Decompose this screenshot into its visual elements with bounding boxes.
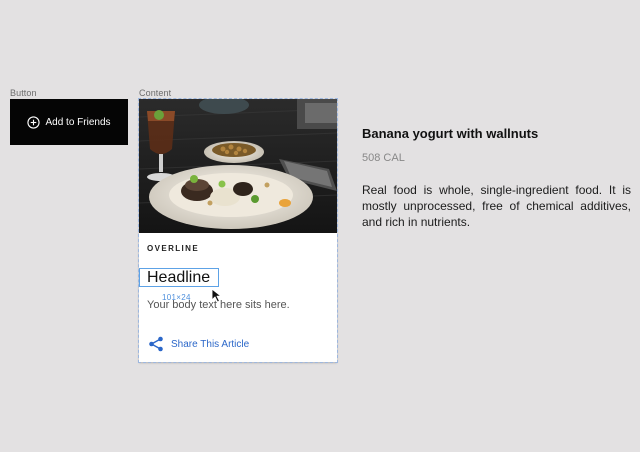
article-description: Real food is whole, single-ingredient fo… [362,183,631,229]
article-title: Banana yogurt with wallnuts [362,126,539,141]
calorie-count: 508 CAL [362,152,405,164]
card-overline: OVERLINE [147,244,200,253]
card-headline[interactable]: Headline [147,268,210,287]
content-frame-label: Content [139,88,172,98]
card-body-text: Your body text here sits here. [147,299,290,311]
add-to-friends-button[interactable]: Add to Friends [10,99,128,145]
plus-circle-icon [27,115,41,129]
share-icon [149,336,163,352]
add-to-friends-label: Add to Friends [45,116,111,128]
food-photo [139,99,337,233]
content-card[interactable]: OVERLINE Headline 101×24 Your body text … [138,98,338,363]
share-article-label: Share This Article [171,338,250,350]
button-frame-label: Button [10,88,37,98]
share-article-link[interactable]: Share This Article [148,335,249,353]
